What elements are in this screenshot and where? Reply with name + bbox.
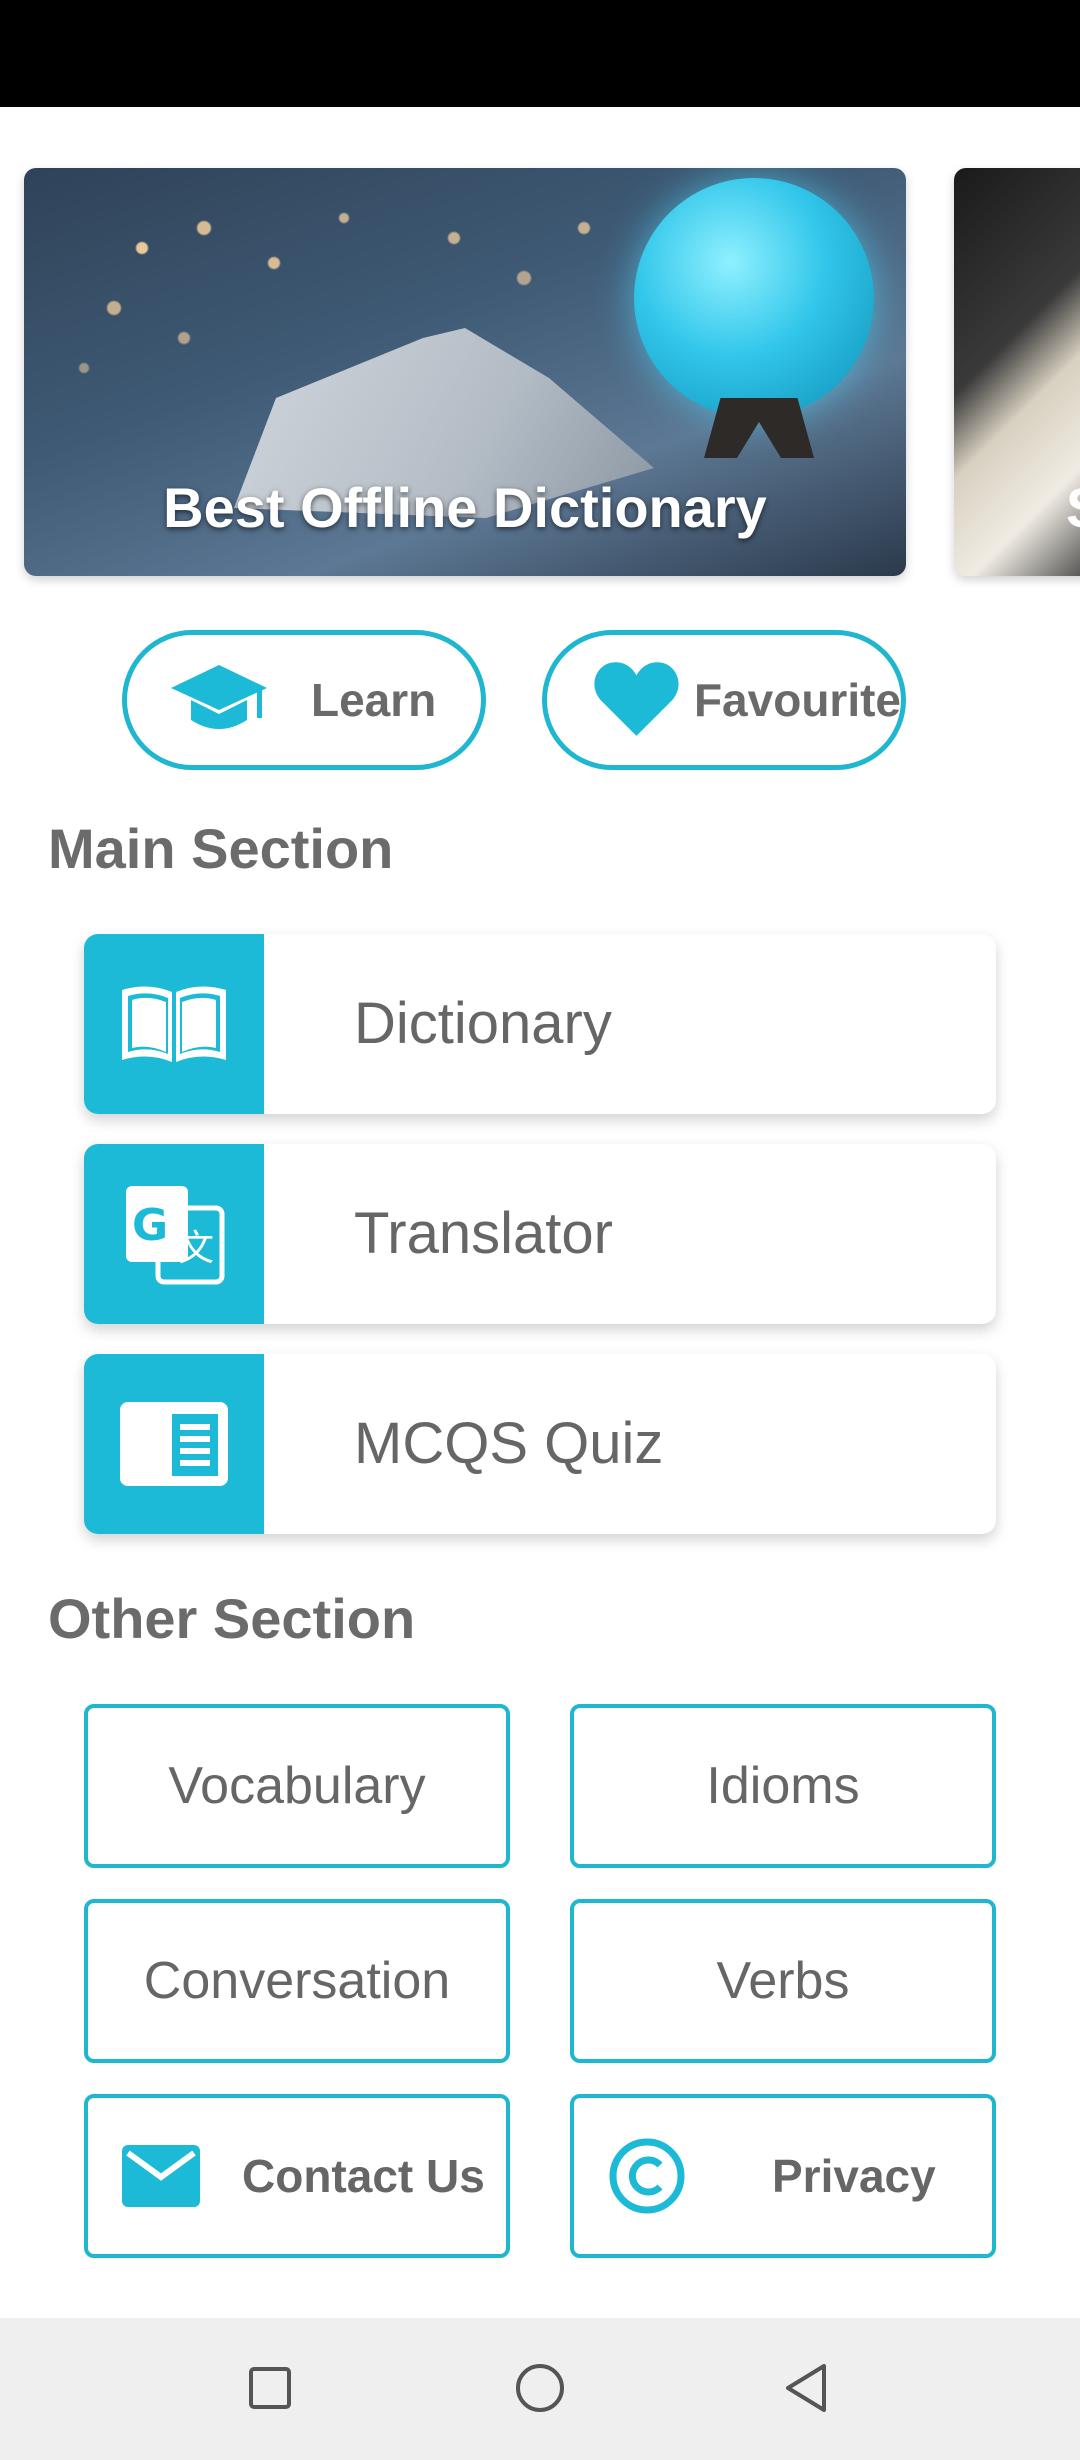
recents-button[interactable] [230,2348,310,2428]
mail-icon [122,2145,200,2207]
lamp-stand-image [704,398,814,458]
verbs-label: Verbs [716,1952,850,2010]
conversation-button[interactable]: Conversation [84,1899,510,2063]
banner-slide-current[interactable]: Best Offline Dictionary [24,168,906,576]
dictionary-card[interactable]: Dictionary [84,934,996,1114]
back-button[interactable] [766,2348,846,2428]
other-section-title: Other Section [48,1587,416,1650]
heart-icon [594,662,679,736]
translator-card[interactable]: G 文 Translator [84,1144,996,1324]
circle-icon [516,2364,564,2412]
learn-label: Learn [311,674,437,726]
verbs-button[interactable]: Verbs [570,1899,996,2063]
back-triangle-icon [786,2364,826,2412]
vocabulary-button[interactable]: Vocabulary [84,1704,510,1868]
learn-button[interactable]: Learn [122,630,486,770]
idioms-label: Idioms [706,1757,860,1815]
navigation-bar [0,2318,1080,2460]
idioms-button[interactable]: Idioms [570,1704,996,1868]
square-icon [249,2367,291,2409]
quiz-icon-box [84,1354,264,1534]
banner-slide-next[interactable]: S [954,168,1080,576]
quiz-label: MCQS Quiz [354,1411,664,1476]
vocabulary-label: Vocabulary [168,1757,426,1815]
favourite-button[interactable]: Favourite [542,630,906,770]
open-book-icon [122,986,226,1062]
contact-us-label: Contact Us [242,2150,485,2202]
privacy-label: Privacy [772,2150,936,2202]
banner-next-caption: S [1066,475,1080,540]
svg-text:文: 文 [178,1228,214,1269]
quiz-list-icon [120,1402,228,1486]
privacy-button[interactable]: Privacy [570,2094,996,2258]
contact-us-button[interactable]: Contact Us [84,2094,510,2258]
dictionary-label: Dictionary [354,991,612,1056]
dictionary-icon-box [84,934,264,1114]
status-bar [0,0,1080,107]
banner-caption: Best Offline Dictionary [163,476,767,539]
main-section-title: Main Section [48,817,394,880]
translator-icon-box: G 文 [84,1144,264,1324]
quiz-card[interactable]: MCQS Quiz [84,1354,996,1534]
translate-icon: G 文 [126,1186,225,1285]
svg-text:G: G [132,1200,168,1251]
copyright-icon [609,2138,685,2214]
graduation-cap-icon [171,665,267,729]
favourite-label: Favourite [693,674,901,726]
translator-label: Translator [354,1201,613,1266]
moon-lamp-image [634,178,874,418]
home-button[interactable] [500,2348,580,2428]
conversation-label: Conversation [143,1952,451,2010]
